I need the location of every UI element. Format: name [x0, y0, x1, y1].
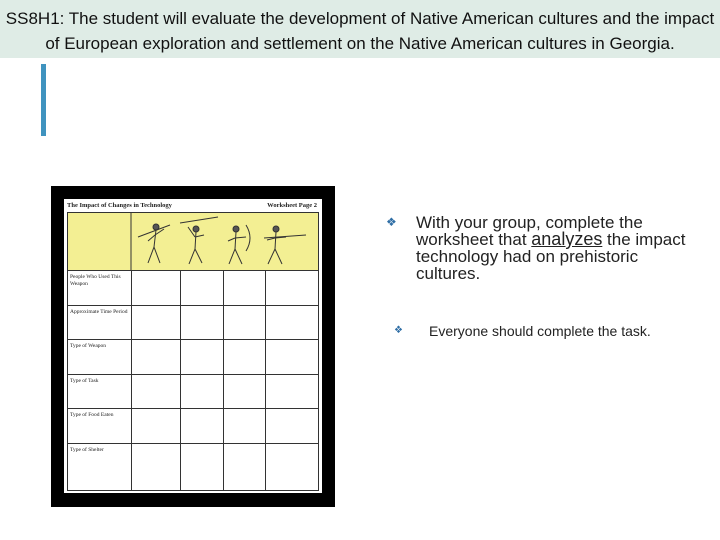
worksheet-page: The Impact of Changes in Technology Work… [64, 199, 322, 493]
worksheet-table: People Who Used This Weapon Approximate … [67, 212, 319, 491]
diamond-bullet-icon: ❖ [394, 325, 403, 336]
table-row: Type of Food Eaten [68, 409, 318, 444]
column-divider [265, 271, 266, 490]
table-row: Type of Weapon [68, 340, 318, 375]
table-row: Type of Task [68, 375, 318, 409]
accent-bar [41, 64, 46, 136]
hunter-illustrations-row [68, 213, 318, 271]
worksheet-image: The Impact of Changes in Technology Work… [51, 186, 335, 507]
table-row: People Who Used This Weapon [68, 271, 318, 306]
row-label: Approximate Time Period [70, 309, 128, 315]
hunter-figures-illustration [130, 213, 307, 271]
worksheet-page-number: Worksheet Page 2 [267, 202, 317, 209]
row-label: Type of Shelter [70, 447, 104, 453]
column-divider [131, 271, 132, 490]
column-divider [223, 271, 224, 490]
worksheet-title: The Impact of Changes in Technology [67, 202, 172, 209]
analyzes-emphasis: analyzes [531, 229, 603, 249]
row-label: Type of Task [70, 378, 99, 384]
main-bullet-text: With your group, complete the worksheet … [416, 214, 706, 282]
table-row: Type of Shelter [68, 444, 318, 490]
worksheet-header: The Impact of Changes in Technology Work… [67, 200, 317, 212]
sub-bullet-text: Everyone should complete the task. [429, 323, 651, 339]
table-row: Approximate Time Period [68, 306, 318, 340]
column-divider [180, 271, 181, 490]
diamond-bullet-icon: ❖ [386, 215, 397, 229]
slide-title: SS8H1: The student will evaluate the dev… [5, 9, 715, 53]
row-label: Type of Weapon [70, 343, 107, 349]
row-label: People Who Used This Weapon [70, 274, 121, 287]
row-label: Type of Food Eaten [70, 412, 114, 418]
